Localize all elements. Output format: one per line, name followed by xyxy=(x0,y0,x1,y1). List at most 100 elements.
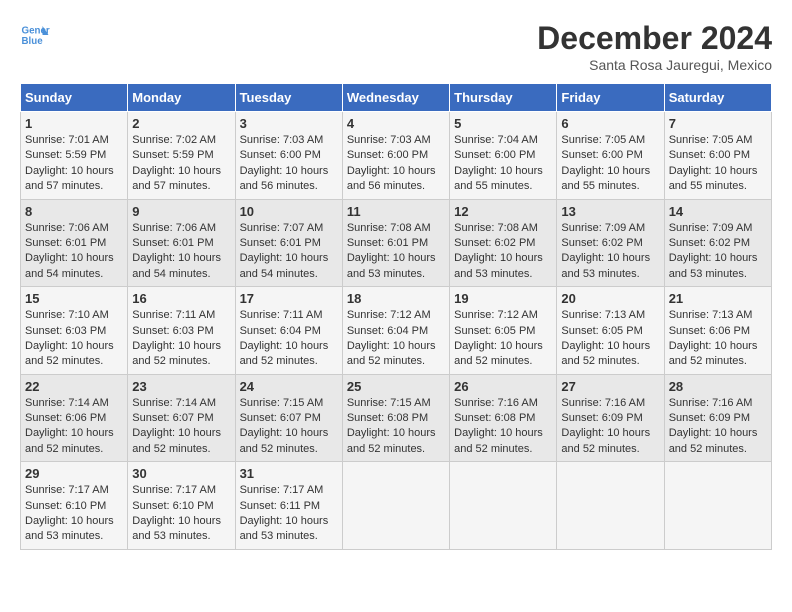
day-cell: 20 Sunrise: 7:13 AM Sunset: 6:05 PM Dayli… xyxy=(557,287,664,375)
day-cell: 10 Sunrise: 7:07 AM Sunset: 6:01 PM Dayli… xyxy=(235,199,342,287)
day-number: 20 xyxy=(561,291,659,306)
day-info: Sunrise: 7:11 AM Sunset: 6:03 PM Dayligh… xyxy=(132,308,230,370)
day-cell: 19Sunrise: 7:12 AM Sunset: 6:05 PM Dayli… xyxy=(450,287,557,375)
day-number: 17 xyxy=(240,291,338,306)
day-cell: 11Sunrise: 7:08 AM Sunset: 6:01 PM Dayli… xyxy=(342,199,449,287)
day-info: Sunrise: 7:16 AM Sunset: 6:08 PM Dayligh… xyxy=(454,396,552,458)
day-number: 7 xyxy=(669,116,767,131)
day-cell: 31 Sunrise: 7:17 AM Sunset: 6:11 PM Dayli… xyxy=(235,462,342,550)
day-info: Sunrise: 7:12 AM Sunset: 6:04 PM Dayligh… xyxy=(347,308,445,370)
day-number: 16 xyxy=(132,291,230,306)
day-cell: 25 Sunrise: 7:15 AM Sunset: 6:08 PM Dayli… xyxy=(342,374,449,462)
day-number: 23 xyxy=(132,379,230,394)
day-info: Sunrise: 7:17 AM Sunset: 6:11 PM Dayligh… xyxy=(240,483,338,545)
day-number: 5 xyxy=(454,116,552,131)
week-row-3: 15 Sunrise: 7:10 AM Sunset: 6:03 PM Dayli… xyxy=(21,287,772,375)
day-number: 21 xyxy=(669,291,767,306)
day-number: 14 xyxy=(669,204,767,219)
day-cell: 26 Sunrise: 7:16 AM Sunset: 6:08 PM Dayli… xyxy=(450,374,557,462)
day-number: 28 xyxy=(669,379,767,394)
day-cell: 8 Sunrise: 7:06 AM Sunset: 6:01 PM Daylig… xyxy=(21,199,128,287)
weekday-header-thursday: Thursday xyxy=(450,84,557,112)
day-cell: 27Sunrise: 7:16 AM Sunset: 6:09 PM Dayli… xyxy=(557,374,664,462)
day-cell: 6Sunrise: 7:05 AM Sunset: 6:00 PM Daylig… xyxy=(557,112,664,200)
day-cell: 17Sunrise: 7:11 AM Sunset: 6:04 PM Dayli… xyxy=(235,287,342,375)
day-info: Sunrise: 7:03 AM Sunset: 6:00 PM Dayligh… xyxy=(347,133,445,195)
day-cell xyxy=(342,462,449,550)
day-number: 11 xyxy=(347,204,445,219)
day-number: 9 xyxy=(132,204,230,219)
month-title: December 2024 xyxy=(537,20,772,57)
day-cell: 23 Sunrise: 7:14 AM Sunset: 6:07 PM Dayli… xyxy=(128,374,235,462)
day-cell: 24Sunrise: 7:15 AM Sunset: 6:07 PM Dayli… xyxy=(235,374,342,462)
day-info: Sunrise: 7:17 AM Sunset: 6:10 PM Dayligh… xyxy=(25,483,123,545)
day-number: 3 xyxy=(240,116,338,131)
location-title: Santa Rosa Jauregui, Mexico xyxy=(537,57,772,73)
day-info: Sunrise: 7:14 AM Sunset: 6:07 PM Dayligh… xyxy=(132,396,230,458)
day-cell: 13 Sunrise: 7:09 AM Sunset: 6:02 PM Dayli… xyxy=(557,199,664,287)
day-info: Sunrise: 7:15 AM Sunset: 6:08 PM Dayligh… xyxy=(347,396,445,458)
day-number: 10 xyxy=(240,204,338,219)
day-info: Sunrise: 7:10 AM Sunset: 6:03 PM Dayligh… xyxy=(25,308,123,370)
week-row-4: 22Sunrise: 7:14 AM Sunset: 6:06 PM Dayli… xyxy=(21,374,772,462)
day-number: 8 xyxy=(25,204,123,219)
day-info: Sunrise: 7:09 AM Sunset: 6:02 PM Dayligh… xyxy=(561,221,659,283)
day-info: Sunrise: 7:12 AM Sunset: 6:05 PM Dayligh… xyxy=(454,308,552,370)
day-number: 15 xyxy=(25,291,123,306)
logo-icon: General Blue xyxy=(20,20,50,50)
day-number: 2 xyxy=(132,116,230,131)
day-number: 12 xyxy=(454,204,552,219)
day-number: 30 xyxy=(132,466,230,481)
day-info: Sunrise: 7:04 AM Sunset: 6:00 PM Dayligh… xyxy=(454,133,552,195)
day-cell: 9 Sunrise: 7:06 AM Sunset: 6:01 PM Daylig… xyxy=(128,199,235,287)
day-cell: 21 Sunrise: 7:13 AM Sunset: 6:06 PM Dayli… xyxy=(664,287,771,375)
day-number: 18 xyxy=(347,291,445,306)
day-info: Sunrise: 7:13 AM Sunset: 6:05 PM Dayligh… xyxy=(561,308,659,370)
calendar-table: SundayMondayTuesdayWednesdayThursdayFrid… xyxy=(20,83,772,550)
day-cell: 16 Sunrise: 7:11 AM Sunset: 6:03 PM Dayli… xyxy=(128,287,235,375)
weekday-header-wednesday: Wednesday xyxy=(342,84,449,112)
day-cell xyxy=(664,462,771,550)
day-info: Sunrise: 7:06 AM Sunset: 6:01 PM Dayligh… xyxy=(132,221,230,283)
title-area: December 2024 Santa Rosa Jauregui, Mexic… xyxy=(537,20,772,73)
day-cell xyxy=(557,462,664,550)
day-number: 13 xyxy=(561,204,659,219)
day-cell: 7Sunrise: 7:05 AM Sunset: 6:00 PM Daylig… xyxy=(664,112,771,200)
day-number: 6 xyxy=(561,116,659,131)
day-info: Sunrise: 7:16 AM Sunset: 6:09 PM Dayligh… xyxy=(669,396,767,458)
weekday-header-sunday: Sunday xyxy=(21,84,128,112)
day-info: Sunrise: 7:03 AM Sunset: 6:00 PM Dayligh… xyxy=(240,133,338,195)
day-cell: 4 Sunrise: 7:03 AM Sunset: 6:00 PM Daylig… xyxy=(342,112,449,200)
day-info: Sunrise: 7:08 AM Sunset: 6:02 PM Dayligh… xyxy=(454,221,552,283)
day-info: Sunrise: 7:09 AM Sunset: 6:02 PM Dayligh… xyxy=(669,221,767,283)
day-number: 25 xyxy=(347,379,445,394)
day-cell: 3 Sunrise: 7:03 AM Sunset: 6:00 PM Daylig… xyxy=(235,112,342,200)
day-number: 26 xyxy=(454,379,552,394)
day-cell: 12 Sunrise: 7:08 AM Sunset: 6:02 PM Dayli… xyxy=(450,199,557,287)
day-number: 22 xyxy=(25,379,123,394)
day-cell: 29 Sunrise: 7:17 AM Sunset: 6:10 PM Dayli… xyxy=(21,462,128,550)
day-info: Sunrise: 7:06 AM Sunset: 6:01 PM Dayligh… xyxy=(25,221,123,283)
day-cell: 1Sunrise: 7:01 AM Sunset: 5:59 PM Daylig… xyxy=(21,112,128,200)
day-info: Sunrise: 7:07 AM Sunset: 6:01 PM Dayligh… xyxy=(240,221,338,283)
day-number: 29 xyxy=(25,466,123,481)
day-info: Sunrise: 7:17 AM Sunset: 6:10 PM Dayligh… xyxy=(132,483,230,545)
weekday-header-monday: Monday xyxy=(128,84,235,112)
day-cell: 14 Sunrise: 7:09 AM Sunset: 6:02 PM Dayli… xyxy=(664,199,771,287)
day-cell: 22Sunrise: 7:14 AM Sunset: 6:06 PM Dayli… xyxy=(21,374,128,462)
day-number: 31 xyxy=(240,466,338,481)
day-cell: 18 Sunrise: 7:12 AM Sunset: 6:04 PM Dayli… xyxy=(342,287,449,375)
day-number: 27 xyxy=(561,379,659,394)
week-row-5: 29 Sunrise: 7:17 AM Sunset: 6:10 PM Dayli… xyxy=(21,462,772,550)
weekday-header-row: SundayMondayTuesdayWednesdayThursdayFrid… xyxy=(21,84,772,112)
header: General Blue December 2024 Santa Rosa Ja… xyxy=(20,20,772,73)
weekday-header-friday: Friday xyxy=(557,84,664,112)
day-cell xyxy=(450,462,557,550)
day-info: Sunrise: 7:13 AM Sunset: 6:06 PM Dayligh… xyxy=(669,308,767,370)
day-cell: 30 Sunrise: 7:17 AM Sunset: 6:10 PM Dayli… xyxy=(128,462,235,550)
weekday-header-saturday: Saturday xyxy=(664,84,771,112)
day-number: 4 xyxy=(347,116,445,131)
day-info: Sunrise: 7:15 AM Sunset: 6:07 PM Dayligh… xyxy=(240,396,338,458)
day-cell: 15 Sunrise: 7:10 AM Sunset: 6:03 PM Dayli… xyxy=(21,287,128,375)
day-cell: 2Sunrise: 7:02 AM Sunset: 5:59 PM Daylig… xyxy=(128,112,235,200)
